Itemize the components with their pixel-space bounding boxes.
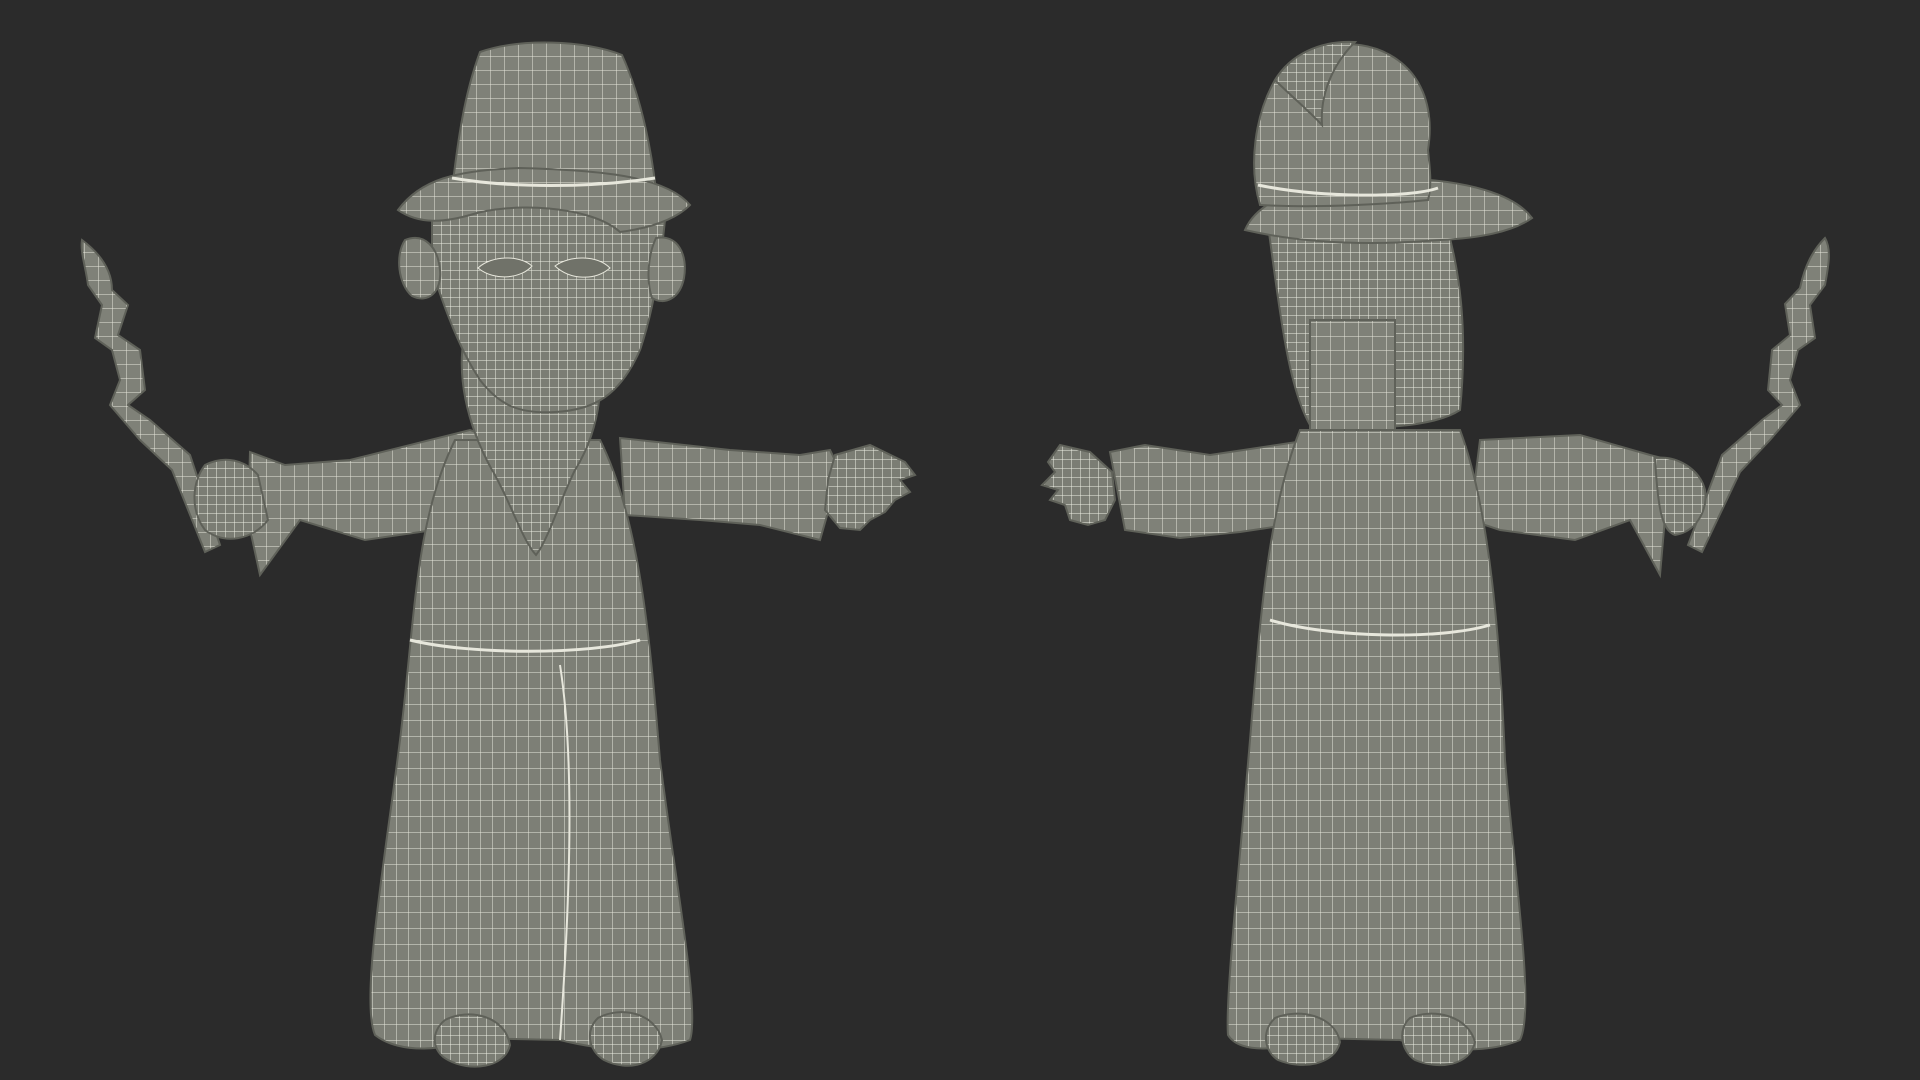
back-left-hand [1040,443,1117,527]
right-sleeve [618,436,842,542]
back-hat-crown [1253,43,1432,208]
hat-crown [450,41,658,192]
back-view [1040,40,1830,1067]
right-hand [823,443,917,532]
back-neck [1309,319,1396,431]
wireframe-render-scene [0,0,1920,1080]
wireframe-figures-svg [80,40,1830,1068]
staff [1686,236,1830,554]
front-view [80,41,917,1068]
back-right-sleeve [1468,433,1672,579]
right-ear [647,236,686,303]
